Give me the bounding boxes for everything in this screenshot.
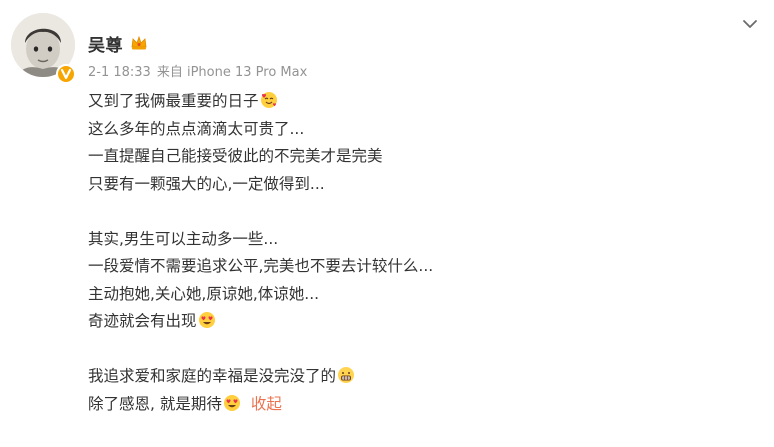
post-line: 主动抱她,关心她,原谅她,体谅她...: [88, 281, 748, 309]
post-line-text: 这么多年的点点滴滴太可贵了...: [88, 119, 305, 138]
smiling-face-with-hearts-emoji: [260, 91, 278, 109]
post-line: 只要有一颗强大的心,一定做得到...: [88, 171, 748, 199]
heart-eyes-emoji: [223, 394, 241, 412]
post-line-text: 其实,男生可以主动多一些...: [88, 229, 279, 248]
post-line-text: 除了感恩, 就是期待: [88, 394, 222, 413]
post-content: 又到了我俩最重要的日子 这么多年的点点滴滴太可贵了... 一直提醒自己能接受彼此…: [88, 88, 748, 418]
post-line: 这么多年的点点滴滴太可贵了...: [88, 116, 748, 144]
post-date[interactable]: 2-1 18:33: [88, 65, 151, 80]
post-line: 其实,男生可以主动多一些...: [88, 226, 748, 254]
chevron-down-icon[interactable]: [740, 14, 760, 34]
post-line-text: 一直提醒自己能接受彼此的不完美才是完美: [88, 147, 383, 165]
grimacing-emoji: [337, 366, 355, 384]
collapse-link[interactable]: 收起: [251, 395, 282, 413]
username[interactable]: 吴尊: [88, 31, 123, 56]
post-line: 又到了我俩最重要的日子: [88, 88, 748, 116]
post-line-text: 奇迹就会有出现: [88, 312, 197, 330]
crown-icon[interactable]: [129, 33, 149, 53]
post-line-text: 只要有一颗强大的心,一定做得到...: [88, 174, 325, 193]
avatar-container[interactable]: [11, 13, 76, 84]
post-line: 除了感恩, 就是期待 收起: [88, 391, 748, 419]
weibo-post: 吴尊 2-1 18:33 来自 iPhone 13 Pro Max 又到了我俩最重…: [0, 0, 774, 447]
post-source: 来自 iPhone 13 Pro Max: [156, 65, 308, 80]
post-line: 一段爱情不需要追求公平,完美也不要去计较什么...: [88, 253, 748, 281]
verified-badge-icon: [56, 64, 76, 84]
author-row: 吴尊: [88, 30, 149, 56]
heart-eyes-emoji: [198, 311, 216, 329]
post-line-text: 主动抱她,关心她,原谅她,体谅她...: [88, 284, 320, 303]
post-line: 我追求爱和家庭的幸福是没完没了的: [88, 363, 748, 391]
post-line: 奇迹就会有出现: [88, 308, 748, 336]
post-line: 一直提醒自己能接受彼此的不完美才是完美: [88, 143, 748, 171]
post-line-text: 又到了我俩最重要的日子: [88, 92, 259, 110]
post-meta: 2-1 18:33 来自 iPhone 13 Pro Max: [88, 61, 307, 80]
post-line-text: 我追求爱和家庭的幸福是没完没了的: [88, 367, 337, 385]
post-line-text: 一段爱情不需要追求公平,完美也不要去计较什么...: [88, 257, 434, 275]
